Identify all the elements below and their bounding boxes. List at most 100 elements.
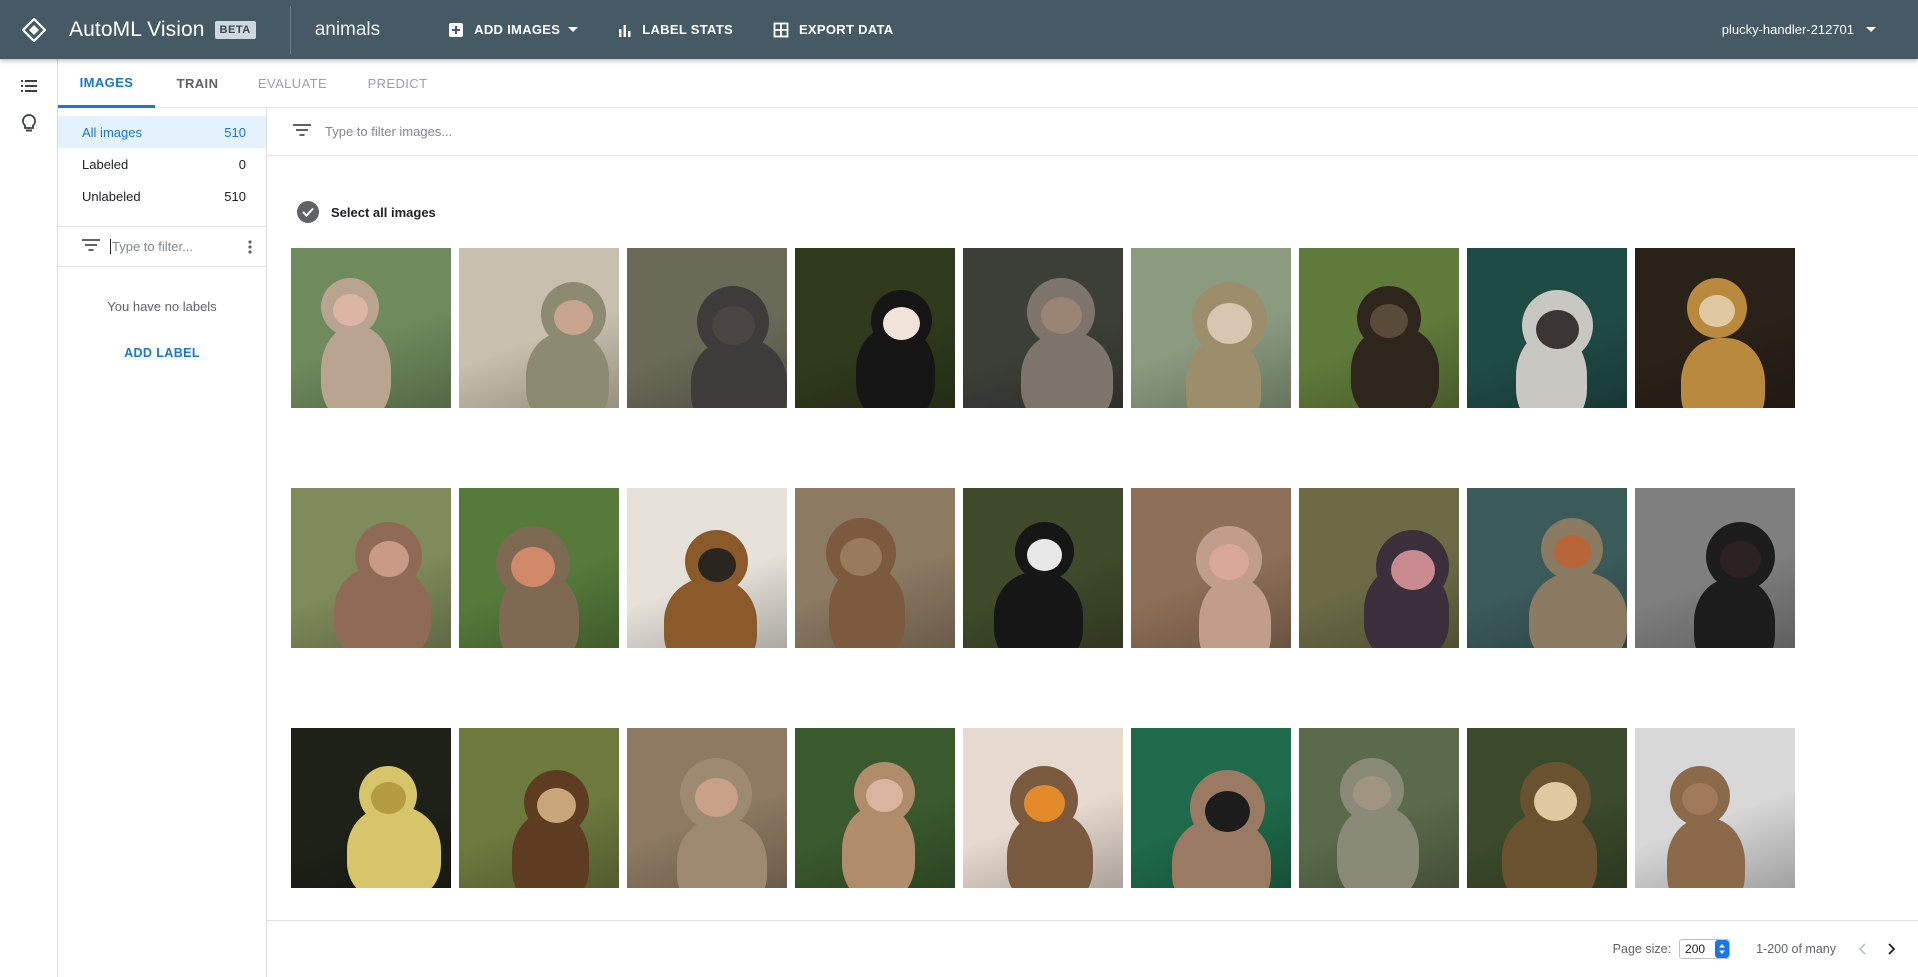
animal-body: [321, 326, 391, 408]
image-thumbnail[interactable]: [1299, 488, 1459, 648]
filter-icon: [293, 123, 311, 141]
label-filter: [58, 227, 266, 267]
image-thumbnail[interactable]: [1299, 728, 1459, 888]
animal-face: [370, 782, 406, 815]
animal-face: [1040, 297, 1082, 335]
animal-face: [1207, 303, 1252, 344]
animal-face: [840, 537, 882, 576]
automl-logo-icon[interactable]: [17, 13, 51, 47]
image-thumbnail[interactable]: [291, 488, 451, 648]
image-thumbnail[interactable]: [1635, 728, 1795, 888]
image-thumbnail[interactable]: [627, 728, 787, 888]
animal-face: [866, 779, 903, 813]
animal-face: [511, 546, 555, 587]
animal-face: [554, 300, 593, 336]
check-circle-icon: [297, 201, 319, 223]
label-stats-label: LABEL STATS: [642, 22, 733, 37]
images-main: Select all images: [267, 108, 1918, 977]
image-thumbnail[interactable]: [1467, 248, 1627, 408]
lightbulb-icon[interactable]: [19, 113, 39, 133]
add-images-label: ADD IMAGES: [474, 22, 561, 37]
tab-evaluate: EVALUATE: [257, 76, 328, 91]
sidebar-item-label: All images: [82, 124, 142, 140]
add-box-icon: [448, 22, 464, 38]
more-vert-icon[interactable]: [248, 239, 252, 254]
image-thumbnail[interactable]: [1131, 248, 1291, 408]
animal-face: [694, 778, 738, 818]
image-thumbnail[interactable]: [795, 728, 955, 888]
label-filter-input[interactable]: [110, 239, 220, 254]
image-thumbnail[interactable]: [1467, 728, 1627, 888]
image-filter-bar: [267, 108, 1918, 156]
image-thumbnail[interactable]: [627, 248, 787, 408]
image-filter-input[interactable]: [325, 124, 725, 139]
animal-face: [1390, 550, 1435, 591]
image-thumbnail[interactable]: [291, 728, 451, 888]
table-grid-icon: [773, 22, 789, 38]
sidebar-item-unlabeled[interactable]: Unlabeled 510: [58, 180, 266, 212]
animal-face: [1553, 535, 1591, 569]
chevron-down-icon: [568, 26, 579, 33]
export-data-button[interactable]: EXPORT DATA: [773, 22, 894, 38]
page-size: Page size: 200: [1613, 939, 1731, 959]
project-selector[interactable]: plucky-handler-212701: [1722, 0, 1876, 59]
image-thumbnail[interactable]: [459, 248, 619, 408]
header-divider: [289, 5, 291, 54]
add-label-button[interactable]: ADD LABEL: [58, 346, 266, 360]
animal-face: [1534, 781, 1577, 821]
image-thumbnail[interactable]: [627, 488, 787, 648]
select-all-checkbox[interactable]: Select all images: [297, 201, 436, 223]
page-size-value: 200: [1685, 942, 1706, 956]
animal-face: [1699, 294, 1735, 327]
chevron-left-icon[interactable]: [1858, 943, 1866, 955]
animal-face: [1027, 538, 1062, 571]
export-data-label: EXPORT DATA: [798, 22, 894, 37]
image-thumbnail[interactable]: [459, 488, 619, 648]
animal-body: [994, 572, 1083, 648]
sidebar-panel: All images 510 Labeled 0 Unlabeled 510 Y…: [58, 108, 267, 977]
image-thumbnail[interactable]: [291, 248, 451, 408]
dataset-name: animals: [314, 18, 381, 40]
sidebar-item-label: Unlabeled: [82, 188, 141, 204]
animal-face: [332, 294, 368, 327]
image-thumbnail[interactable]: [795, 488, 955, 648]
navigation-rail: [0, 59, 58, 977]
chevron-right-icon[interactable]: [1888, 943, 1896, 955]
beta-badge: BETA: [214, 20, 256, 39]
sidebar-item-labeled[interactable]: Labeled 0: [58, 148, 266, 180]
image-thumbnail[interactable]: [963, 488, 1123, 648]
animal-face: [368, 540, 409, 577]
filter-icon: [82, 238, 100, 256]
sidebar-item-count: 0: [238, 156, 246, 172]
image-thumbnail[interactable]: [1467, 488, 1627, 648]
add-images-button[interactable]: ADD IMAGES: [448, 22, 579, 38]
animal-face: [1536, 309, 1579, 349]
animal-body: [1681, 338, 1765, 408]
page-size-select[interactable]: 200: [1679, 939, 1731, 959]
image-thumbnail[interactable]: [963, 728, 1123, 888]
image-thumbnail[interactable]: [1131, 728, 1291, 888]
image-grid: [291, 248, 1811, 888]
page-range: 1-200 of many: [1756, 942, 1836, 956]
chevron-down-icon: [1866, 26, 1876, 33]
project-name: plucky-handler-212701: [1721, 22, 1854, 37]
animal-face: [1353, 775, 1391, 810]
tab-images[interactable]: IMAGES: [58, 59, 155, 108]
image-thumbnail[interactable]: [963, 248, 1123, 408]
sidebar-item-count: 510: [224, 124, 246, 140]
animal-face: [537, 788, 576, 824]
sidebar-item-label: Labeled: [82, 156, 129, 172]
image-thumbnail[interactable]: [1635, 248, 1795, 408]
image-thumbnail[interactable]: [459, 728, 619, 888]
tab-predict: PREDICT: [367, 76, 428, 91]
image-thumbnail[interactable]: [1635, 488, 1795, 648]
tab-train[interactable]: TRAIN: [155, 59, 240, 108]
image-thumbnail[interactable]: [795, 248, 955, 408]
pagination-bar: Page size: 200 1-200 of many: [267, 920, 1918, 977]
animal-face: [1682, 782, 1718, 815]
label-stats-button[interactable]: LABEL STATS: [618, 22, 733, 37]
list-icon[interactable]: [19, 76, 39, 96]
sidebar-item-all-images[interactable]: All images 510: [58, 116, 266, 148]
image-thumbnail[interactable]: [1299, 248, 1459, 408]
image-thumbnail[interactable]: [1131, 488, 1291, 648]
